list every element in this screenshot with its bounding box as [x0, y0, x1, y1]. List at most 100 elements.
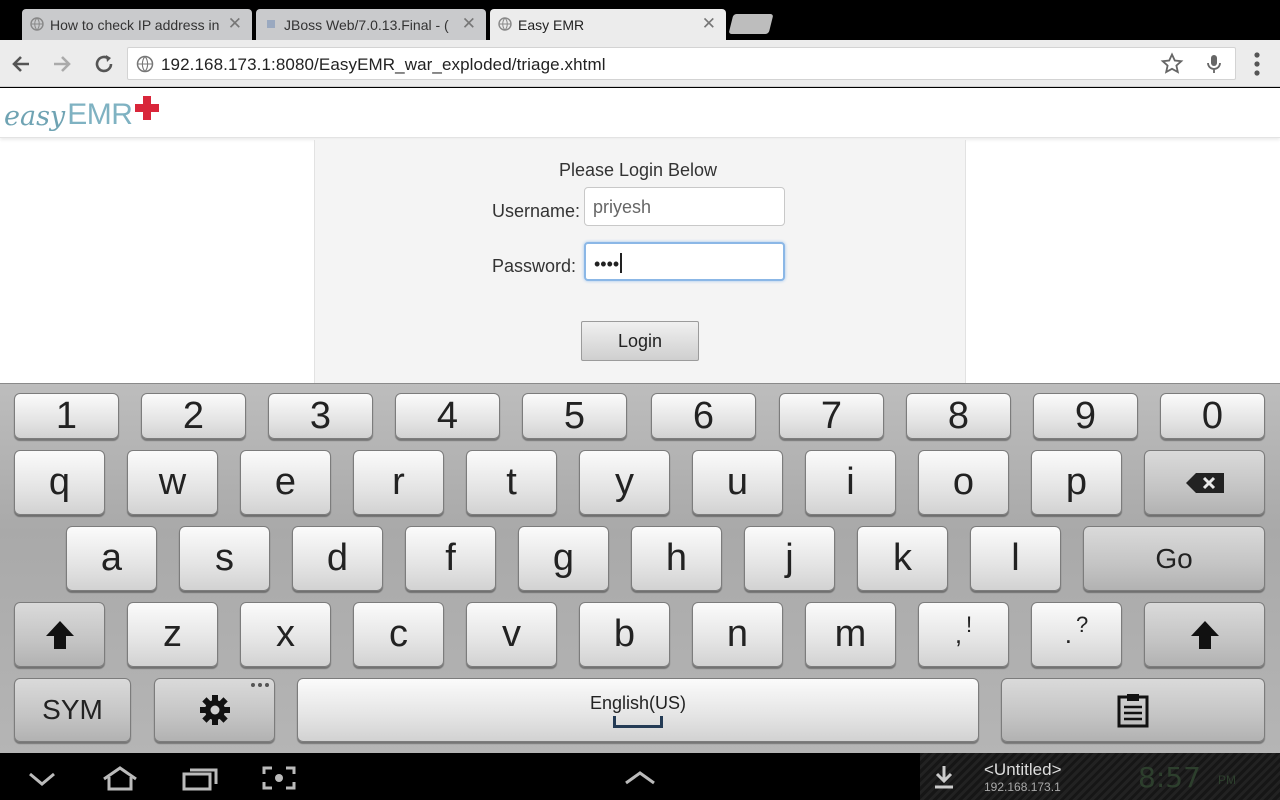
backspace-key[interactable]: [1144, 450, 1265, 515]
clock: 8:57: [1138, 761, 1201, 794]
sym-key[interactable]: SYM: [14, 678, 131, 742]
key-k[interactable]: k: [857, 526, 948, 591]
notification-area[interactable]: <Untitled> 192.168.173.1 8:57 PM: [920, 753, 1280, 800]
key-r[interactable]: r: [353, 450, 444, 515]
more-dots-icon: [251, 683, 269, 687]
hide-keyboard-icon[interactable]: [22, 765, 62, 791]
web-page: easy EMR Please Login Below Username: pr…: [0, 88, 1280, 383]
shift-icon: [1190, 620, 1219, 649]
url-text[interactable]: 192.168.173.1:8080/EasyEMR_war_exploded/…: [161, 55, 606, 75]
exclamation-label: !: [966, 611, 973, 637]
clipboard-icon: [1117, 694, 1149, 728]
address-bar[interactable]: 192.168.173.1:8080/EasyEMR_war_exploded/…: [127, 47, 1236, 80]
shift-key-left[interactable]: [14, 602, 105, 667]
key-6[interactable]: 6: [651, 393, 756, 439]
key-2[interactable]: 2: [141, 393, 246, 439]
key-m[interactable]: m: [805, 602, 896, 667]
key-comma[interactable]: ,!: [918, 602, 1009, 667]
key-q[interactable]: q: [14, 450, 105, 515]
key-5[interactable]: 5: [522, 393, 627, 439]
tab-jboss[interactable]: JBoss Web/7.0.13.Final - ( ✕: [256, 9, 486, 40]
space-key[interactable]: English(US): [297, 678, 979, 742]
go-key[interactable]: Go: [1083, 526, 1265, 591]
key-0[interactable]: 0: [1160, 393, 1265, 439]
username-input[interactable]: priyesh: [584, 187, 785, 226]
key-j[interactable]: j: [744, 526, 835, 591]
tab-label: Easy EMR: [518, 16, 585, 33]
shift-icon: [45, 620, 74, 649]
key-s[interactable]: s: [179, 526, 270, 591]
username-value: priyesh: [593, 197, 652, 217]
key-1[interactable]: 1: [14, 393, 119, 439]
text-caret: [620, 253, 623, 273]
screenshot-icon[interactable]: [259, 765, 299, 791]
spacebar-icon: [613, 715, 663, 728]
tab-ip-address[interactable]: How to check IP address in ✕: [22, 9, 252, 40]
key-z[interactable]: z: [127, 602, 218, 667]
recent-apps-icon[interactable]: [180, 765, 220, 791]
key-n[interactable]: n: [692, 602, 783, 667]
key-f[interactable]: f: [405, 526, 496, 591]
key-g[interactable]: g: [518, 526, 609, 591]
gear-icon: [199, 695, 230, 725]
tab-easy-emr[interactable]: Easy EMR ✕: [490, 9, 726, 40]
easy-emr-logo[interactable]: easy EMR: [4, 90, 160, 132]
menu-icon[interactable]: [1249, 50, 1265, 78]
key-7[interactable]: 7: [779, 393, 884, 439]
key-3[interactable]: 3: [268, 393, 373, 439]
globe-icon: [30, 17, 44, 31]
key-d[interactable]: d: [292, 526, 383, 591]
back-icon[interactable]: [9, 52, 33, 76]
key-9[interactable]: 9: [1033, 393, 1138, 439]
reload-icon[interactable]: [92, 52, 116, 76]
password-value: ••••: [594, 254, 620, 274]
login-title: Please Login Below: [558, 160, 718, 180]
key-w[interactable]: w: [127, 450, 218, 515]
key-c[interactable]: c: [353, 602, 444, 667]
key-h[interactable]: h: [631, 526, 722, 591]
red-cross-icon: [135, 96, 160, 120]
tab-strip: How to check IP address in ✕ JBoss Web/7…: [0, 0, 1280, 40]
logo-emr-text: EMR: [67, 98, 133, 131]
key-v[interactable]: v: [466, 602, 557, 667]
backspace-icon: [1185, 472, 1224, 493]
close-icon[interactable]: ✕: [228, 14, 242, 34]
key-y[interactable]: y: [579, 450, 670, 515]
close-icon[interactable]: ✕: [462, 14, 476, 34]
clock-ampm: PM: [1218, 773, 1236, 787]
key-i[interactable]: i: [805, 450, 896, 515]
key-8[interactable]: 8: [906, 393, 1011, 439]
key-e[interactable]: e: [240, 450, 331, 515]
tab-label: JBoss Web/7.0.13.Final - (: [284, 16, 449, 33]
login-button[interactable]: Login: [581, 321, 699, 361]
browser-toolbar: 192.168.173.1:8080/EasyEMR_war_exploded/…: [0, 40, 1280, 87]
new-tab-button[interactable]: [728, 14, 774, 34]
username-label: Username:: [492, 201, 581, 221]
key-b[interactable]: b: [579, 602, 670, 667]
key-period[interactable]: .?: [1031, 602, 1122, 667]
settings-key[interactable]: [154, 678, 275, 742]
password-input[interactable]: ••••: [584, 242, 785, 281]
key-a[interactable]: a: [66, 526, 157, 591]
system-bar: <Untitled> 192.168.173.1 8:57 PM: [0, 753, 1280, 800]
comma-label: ,: [954, 619, 963, 649]
key-u[interactable]: u: [692, 450, 783, 515]
mic-icon[interactable]: [1202, 52, 1226, 76]
clipboard-key[interactable]: [1001, 678, 1265, 742]
home-icon[interactable]: [100, 765, 140, 791]
key-o[interactable]: o: [918, 450, 1009, 515]
site-header: easy EMR: [0, 88, 1280, 138]
key-4[interactable]: 4: [395, 393, 500, 439]
star-icon[interactable]: [1160, 52, 1184, 76]
close-icon[interactable]: ✕: [702, 14, 716, 34]
chevron-up-icon[interactable]: [620, 765, 660, 791]
key-x[interactable]: x: [240, 602, 331, 667]
tab-label: How to check IP address in: [50, 16, 220, 33]
logo-easy-text: easy: [4, 101, 66, 132]
forward-icon[interactable]: [50, 52, 74, 76]
on-screen-keyboard: 1 2 3 4 5 6 7 8 9 0 q w e r t y u i o p …: [0, 383, 1280, 753]
key-t[interactable]: t: [466, 450, 557, 515]
shift-key-right[interactable]: [1144, 602, 1265, 667]
key-p[interactable]: p: [1031, 450, 1122, 515]
key-l[interactable]: l: [970, 526, 1061, 591]
